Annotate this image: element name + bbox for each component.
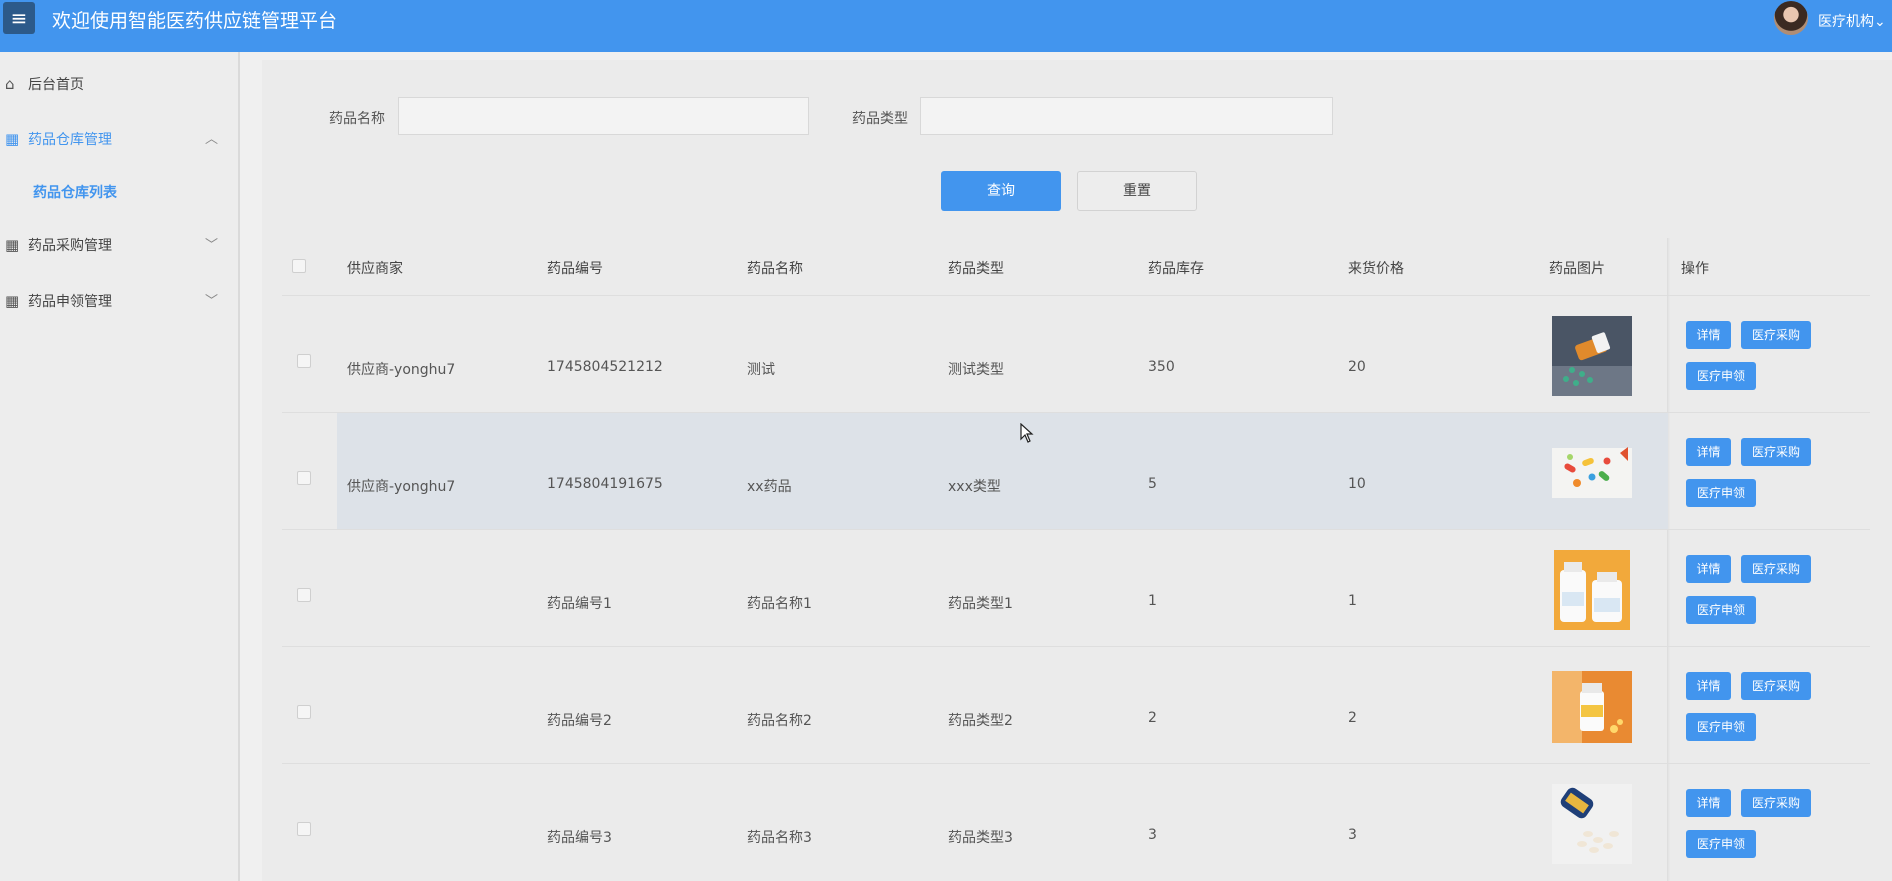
cell-stock: 5 [1148, 476, 1157, 492]
sidebar-subitem-warehouse-list[interactable]: 药品仓库列表 [33, 182, 117, 202]
cell-supplier: 供应商-yonghu7 [347, 479, 456, 495]
cell-supplier: 供应商-yonghu7 [347, 362, 456, 378]
sidebar-item-label: 药品仓库管理 [28, 132, 112, 148]
cell-price: 10 [1348, 476, 1366, 492]
medical-purchase-button[interactable]: 医疗采购 [1741, 672, 1811, 700]
row-checkbox[interactable] [297, 822, 311, 836]
table-row[interactable]: 药品编号3 药品名称3 药品类型3 3 3 详情 医疗采购 医疗申领 [282, 764, 1870, 881]
cell-code: 1745804191675 [547, 476, 663, 492]
sidebar: ⌂ 后台首页 ▦ 药品仓库管理 ︿ 药品仓库列表 ▦ 药品采购管理 ﹀ ▦ 药品… [0, 52, 240, 881]
white-bottles-image[interactable] [1552, 550, 1632, 630]
home-icon: ⌂ [5, 75, 15, 93]
app-title: 欢迎使用智能医药供应链管理平台 [52, 10, 338, 32]
sidebar-item-warehouse[interactable]: ▦ 药品仓库管理 ︿ [0, 128, 238, 150]
detail-button[interactable]: 详情 [1686, 438, 1731, 466]
cell-type: 药品类型3 [948, 830, 1013, 846]
column-header-code[interactable]: 药品编号 [547, 258, 603, 278]
column-header-price[interactable]: 来货价格 [1348, 258, 1404, 278]
dashboard-grid-icon: ▦ [5, 292, 20, 310]
detail-button[interactable]: 详情 [1686, 555, 1731, 583]
column-header-supplier[interactable]: 供应商家 [347, 258, 403, 278]
cell-name: xx药品 [747, 479, 792, 495]
table-row[interactable]: 药品编号1 药品名称1 药品类型1 1 1 详情 医疗采购 医疗申领 [282, 530, 1870, 647]
medical-apply-button[interactable]: 医疗申领 [1686, 713, 1756, 741]
medical-apply-button[interactable]: 医疗申领 [1686, 596, 1756, 624]
cell-stock: 2 [1148, 710, 1157, 726]
column-header-image: 药品图片 [1549, 261, 1605, 277]
cell-stock: 3 [1148, 827, 1157, 843]
medical-purchase-button[interactable]: 医疗采购 [1741, 555, 1811, 583]
chevron-down-icon: ⌄ [1874, 14, 1886, 30]
top-header: ≡ 欢迎使用智能医药供应链管理平台 医疗机构⌄ [0, 0, 1892, 52]
column-header-name[interactable]: 药品名称 [747, 258, 803, 278]
sidebar-item-label: 药品申领管理 [28, 294, 112, 310]
drug-name-label: 药品名称 [329, 111, 385, 127]
detail-button[interactable]: 详情 [1686, 321, 1731, 349]
row-checkbox[interactable] [297, 588, 311, 602]
cell-name: 药品名称1 [747, 596, 812, 612]
medical-apply-button[interactable]: 医疗申领 [1686, 479, 1756, 507]
cell-price: 3 [1348, 827, 1357, 843]
medical-apply-button[interactable]: 医疗申领 [1686, 830, 1756, 858]
sidebar-item-home[interactable]: ⌂ 后台首页 [0, 73, 238, 95]
dashboard-grid-icon: ▦ [5, 236, 20, 254]
detail-button[interactable]: 详情 [1686, 672, 1731, 700]
row-hover-highlight [337, 413, 1668, 529]
drug-type-input[interactable] [920, 97, 1333, 135]
column-header-type[interactable]: 药品类型 [948, 258, 1004, 278]
row-checkbox[interactable] [297, 354, 311, 368]
hamburger-menu-icon[interactable]: ≡ [3, 2, 35, 34]
cell-name: 药品名称2 [747, 713, 812, 729]
cell-price: 2 [1348, 710, 1357, 726]
sidebar-item-purchase[interactable]: ▦ 药品采购管理 ﹀ [0, 234, 238, 256]
user-menu[interactable]: 医疗机构⌄ [1818, 11, 1886, 31]
query-button[interactable]: 查询 [941, 171, 1061, 211]
cell-name: 药品名称3 [747, 830, 812, 846]
cell-name: 测试 [747, 362, 775, 378]
chevron-down-icon: ﹀ [204, 294, 218, 309]
cell-type: 药品类型2 [948, 713, 1013, 729]
cell-code: 药品编号2 [547, 713, 612, 729]
column-header-stock[interactable]: 药品库存 [1148, 258, 1204, 278]
drug-name-input[interactable] [398, 97, 809, 135]
reset-button[interactable]: 重置 [1077, 171, 1197, 211]
medical-purchase-button[interactable]: 医疗采购 [1741, 438, 1811, 466]
sidebar-item-label: 后台首页 [28, 77, 84, 93]
supplement-bottle-image[interactable] [1552, 667, 1632, 747]
sidebar-item-label: 药品采购管理 [28, 238, 112, 254]
row-checkbox[interactable] [297, 705, 311, 719]
cell-price: 20 [1348, 359, 1366, 375]
column-header-actions: 操作 [1681, 261, 1709, 277]
table-row[interactable]: 药品编号2 药品名称2 药品类型2 2 2 详情 医疗采购 医疗申领 [282, 647, 1870, 764]
cell-code: 药品编号3 [547, 830, 612, 846]
drug-type-label: 药品类型 [852, 111, 908, 127]
chevron-down-icon: ﹀ [204, 238, 218, 253]
cell-code: 药品编号1 [547, 596, 612, 612]
mouse-cursor-icon [1020, 423, 1034, 443]
cell-type: 测试类型 [948, 362, 1004, 378]
select-all-checkbox[interactable] [292, 259, 306, 273]
medical-purchase-button[interactable]: 医疗采购 [1741, 321, 1811, 349]
avatar[interactable] [1774, 1, 1808, 35]
cell-stock: 350 [1148, 359, 1175, 375]
user-name: 医疗机构 [1818, 14, 1874, 30]
chevron-up-icon: ︿ [204, 132, 218, 147]
blue-bottle-tablets-image[interactable] [1552, 784, 1632, 864]
dashboard-grid-icon: ▦ [5, 130, 20, 148]
cell-price: 1 [1348, 593, 1357, 609]
table-row[interactable]: 供应商-yonghu7 1745804521212 测试 测试类型 350 20… [282, 296, 1870, 413]
pill-bottle-spilled-image[interactable] [1552, 316, 1632, 396]
cell-type: 药品类型1 [948, 596, 1013, 612]
colorful-pills-image[interactable] [1552, 433, 1632, 513]
sidebar-item-apply[interactable]: ▦ 药品申领管理 ﹀ [0, 290, 238, 312]
detail-button[interactable]: 详情 [1686, 789, 1731, 817]
table-row[interactable]: 供应商-yonghu7 1745804191675 xx药品 xxx类型 5 1… [282, 413, 1870, 530]
medical-purchase-button[interactable]: 医疗采购 [1741, 789, 1811, 817]
row-checkbox[interactable] [297, 471, 311, 485]
cell-code: 1745804521212 [547, 359, 663, 375]
medical-apply-button[interactable]: 医疗申领 [1686, 362, 1756, 390]
cell-stock: 1 [1148, 593, 1157, 609]
cell-type: xxx类型 [948, 479, 1001, 495]
